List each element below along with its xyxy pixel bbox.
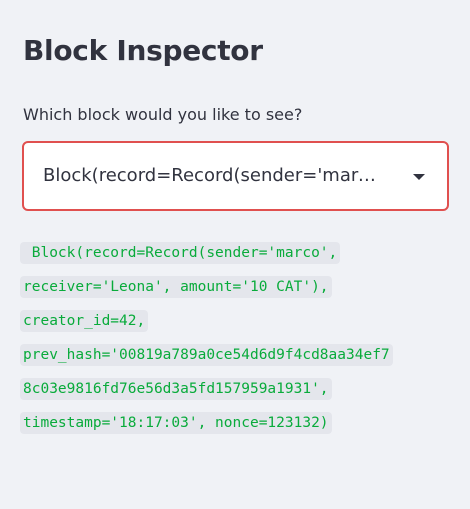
block-select-value: Block(record=Record(sender='marc… [43,165,383,186]
code-line: Block(record=Record(sender='marco', [20,236,453,270]
block-select[interactable]: Block(record=Record(sender='marc… [22,141,449,211]
chevron-down-icon[interactable] [413,174,425,180]
code-line: prev_hash='00819a789a0ce54d6d9f4cd8aa34e… [20,338,453,372]
code-line: receiver='Leona', amount='10 CAT'), [20,270,453,304]
code-line-text: Block(record=Record(sender='marco', [20,242,341,264]
code-line-text: receiver='Leona', amount='10 CAT'), [20,276,332,298]
code-line: 8c03e9816fd76e56d3a5fd157959a1931', [20,372,453,406]
code-line-text: creator_id=42, [20,310,149,332]
code-line: creator_id=42, [20,304,453,338]
code-line-text: timestamp='18:17:03', nonce=123132) [20,412,332,434]
page-title: Block Inspector [23,34,263,67]
block-select-label: Which block would you like to see? [23,105,303,124]
code-line-text: 8c03e9816fd76e56d3a5fd157959a1931', [20,378,332,400]
code-line-text: prev_hash='00819a789a0ce54d6d9f4cd8aa34e… [20,344,393,366]
code-line: timestamp='18:17:03', nonce=123132) [20,406,453,440]
block-output-code: Block(record=Record(sender='marco', rece… [20,236,453,440]
